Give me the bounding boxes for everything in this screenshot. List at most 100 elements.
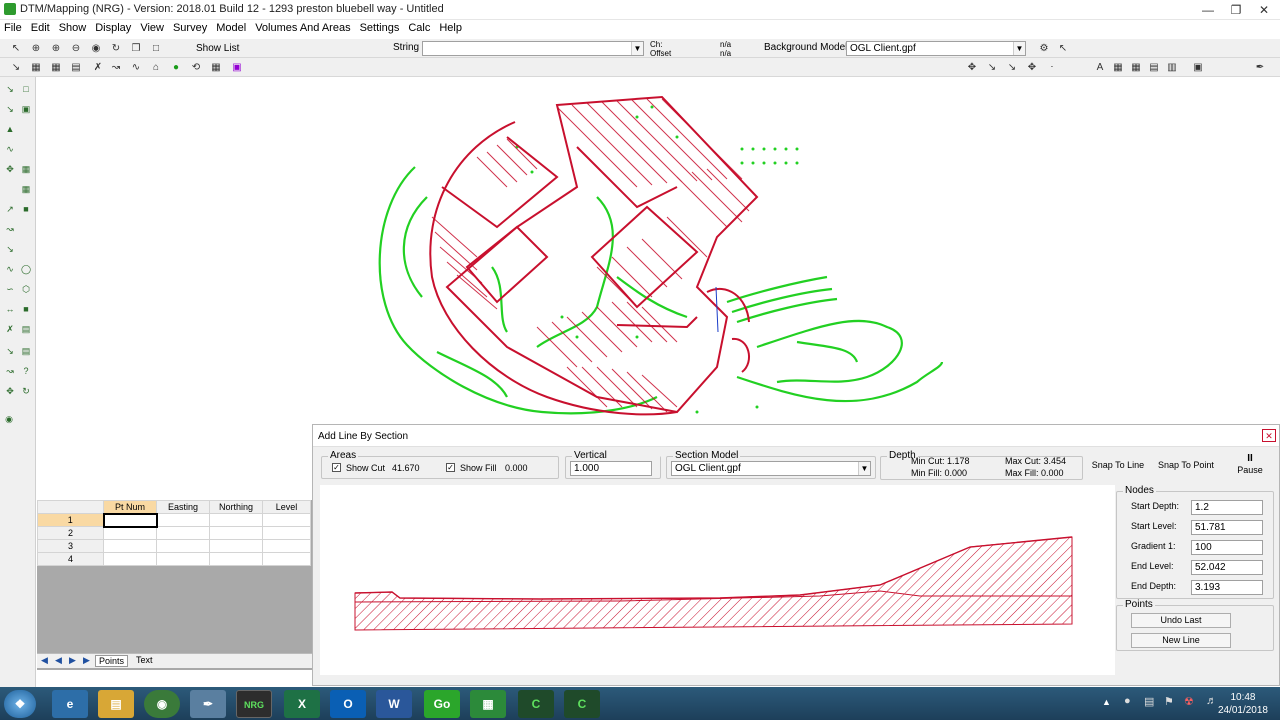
model-pointer-icon[interactable]: ↖ — [1055, 41, 1071, 56]
grid-cell[interactable] — [209, 513, 263, 527]
contour-icon[interactable]: ∿ — [3, 143, 17, 156]
rotate-icon[interactable]: ⟲ — [188, 60, 204, 75]
nrg-icon[interactable]: NRG — [236, 690, 272, 718]
start-depth-input[interactable]: 1.2 — [1191, 500, 1263, 515]
grid-tool-icon[interactable]: ▦ — [19, 163, 33, 176]
measure-icon[interactable]: ↘ — [8, 60, 24, 75]
go-icon[interactable]: Go — [424, 690, 460, 718]
string-select[interactable]: ▼ — [422, 41, 644, 56]
word-icon[interactable]: W — [376, 690, 412, 718]
columns-icon[interactable]: ▥ — [1164, 60, 1180, 75]
menu-help[interactable]: Help — [435, 20, 467, 34]
start-level-input[interactable]: 51.781 — [1191, 520, 1263, 535]
pause-button[interactable]: II Pause — [1228, 453, 1272, 479]
outlook-icon[interactable]: O — [330, 690, 366, 718]
paint-icon[interactable]: ✒ — [190, 690, 226, 718]
close-button[interactable]: ✕ — [1250, 0, 1278, 20]
show-fill-checkbox[interactable]: ✓ — [446, 463, 455, 472]
grid-cell[interactable] — [102, 512, 158, 528]
pan-tool-icon[interactable]: ✥ — [3, 385, 17, 398]
file-explorer-icon[interactable]: ▤ — [98, 690, 134, 718]
tray-app-icon[interactable]: ● — [1124, 695, 1131, 707]
curve-icon[interactable]: ∿ — [3, 263, 17, 276]
polyline-icon[interactable]: ↝ — [3, 223, 17, 236]
plan-canvas[interactable] — [37, 77, 1280, 422]
zoom-window-icon[interactable]: ⊕ — [28, 41, 44, 56]
camtasia-icon[interactable]: C — [518, 690, 554, 718]
snap-to-line-button[interactable]: Snap To Line — [1087, 455, 1149, 477]
grid-cell[interactable] — [156, 552, 210, 566]
table-icon[interactable]: ▦ — [208, 60, 224, 75]
cross-icon[interactable]: ✗ — [90, 60, 106, 75]
layout-icon[interactable]: ▣ — [1190, 60, 1206, 75]
select-icon[interactable]: ↘ — [984, 60, 1000, 75]
grid-cell[interactable] — [103, 552, 157, 566]
triangle-icon[interactable]: ▲ — [3, 123, 17, 136]
undo-last-button[interactable]: Undo Last — [1131, 613, 1231, 628]
grid-cell[interactable] — [262, 526, 311, 540]
move-node-icon[interactable]: ✥ — [3, 163, 17, 176]
section-model-select[interactable]: OGL Client.gpf ▼ — [671, 461, 871, 476]
menu-display[interactable]: Display — [91, 20, 136, 34]
menu-calc[interactable]: Calc — [404, 20, 435, 34]
zoom-extents-icon[interactable]: ◉ — [88, 41, 104, 56]
show-cut-checkbox[interactable]: ✓ — [332, 463, 341, 472]
pen-icon[interactable]: ✒ — [1252, 60, 1268, 75]
grid-cell[interactable] — [209, 539, 263, 553]
grid-cell[interactable] — [156, 539, 210, 553]
menu-show[interactable]: Show — [55, 20, 92, 34]
start-button[interactable]: ❖ — [4, 690, 36, 718]
menu-survey[interactable]: Survey — [169, 20, 212, 34]
blue-square-icon[interactable]: ■ — [19, 203, 33, 216]
text-icon[interactable]: A — [1092, 60, 1108, 75]
wave-icon[interactable]: ∿ — [128, 60, 144, 75]
end-depth-input[interactable]: 3.193 — [1191, 580, 1263, 595]
offset-icon[interactable]: ↝ — [3, 365, 17, 378]
color-palette-icon[interactable]: ▣ — [229, 60, 245, 75]
zoom-in-icon[interactable]: ⊕ — [48, 41, 64, 56]
split-icon[interactable]: ✗ — [3, 323, 17, 336]
grid-cell[interactable] — [262, 513, 311, 527]
tray-chevron-icon[interactable]: ▲ — [1102, 697, 1111, 707]
arc-icon[interactable]: ∽ — [3, 283, 17, 296]
rotate-tool-icon[interactable]: ↻ — [19, 385, 33, 398]
volume-icon[interactable]: ♬ — [1206, 695, 1217, 707]
draw-line-icon[interactable]: ↘ — [3, 83, 17, 96]
table2-icon[interactable]: ▦ — [1110, 60, 1126, 75]
tab-text[interactable]: Text — [133, 655, 156, 665]
draw-point-icon[interactable]: ↘ — [3, 103, 17, 116]
new-line-button[interactable]: New Line — [1131, 633, 1231, 648]
paste-icon[interactable]: □ — [148, 41, 164, 56]
close-icon[interactable]: ✕ — [1262, 429, 1276, 442]
section-view[interactable] — [320, 485, 1115, 675]
slope-icon[interactable]: ↗ — [3, 203, 17, 216]
polygon-icon[interactable]: ⬡ — [19, 283, 33, 296]
vertical-exaggeration-input[interactable]: 1.000 — [570, 461, 652, 476]
select-add-icon[interactable]: ↘ — [1004, 60, 1020, 75]
red-square-icon[interactable]: ■ — [19, 303, 33, 316]
gradient-input[interactable]: 100 — [1191, 540, 1263, 555]
grid-cell[interactable] — [156, 513, 210, 527]
col-northing[interactable]: Northing — [209, 500, 263, 514]
edit-line-icon[interactable]: ↘ — [3, 243, 17, 256]
background-model-select[interactable]: OGL Client.gpf ▼ — [846, 41, 1026, 56]
grid-cell[interactable] — [103, 526, 157, 540]
node-icon[interactable]: ⋅ — [1044, 60, 1060, 75]
draw-text-icon[interactable]: ▣ — [19, 103, 33, 116]
draw-box-icon[interactable]: □ — [19, 83, 33, 96]
measure-tool-icon[interactable]: ↔ — [3, 303, 17, 316]
security-icon[interactable]: ☢ — [1184, 695, 1194, 708]
internet-explorer-icon[interactable]: e — [52, 690, 88, 718]
hatch-icon[interactable]: ▤ — [68, 60, 84, 75]
grid-cell[interactable] — [209, 552, 263, 566]
show-list-button[interactable]: Show List — [196, 43, 239, 54]
layers-tool-icon[interactable]: ▤ — [19, 323, 33, 336]
hatch-tool-icon[interactable]: ▦ — [19, 183, 33, 196]
nav-prev-icon[interactable]: ◀ — [55, 655, 62, 666]
menu-model[interactable]: Model — [212, 20, 251, 34]
col-pt-num[interactable]: Pt Num — [103, 500, 157, 514]
col-easting[interactable]: Easting — [156, 500, 210, 514]
grid-icon[interactable]: ▦ — [48, 60, 64, 75]
redraw-icon[interactable]: ↻ — [108, 41, 124, 56]
pan-icon[interactable]: ✥ — [964, 60, 980, 75]
